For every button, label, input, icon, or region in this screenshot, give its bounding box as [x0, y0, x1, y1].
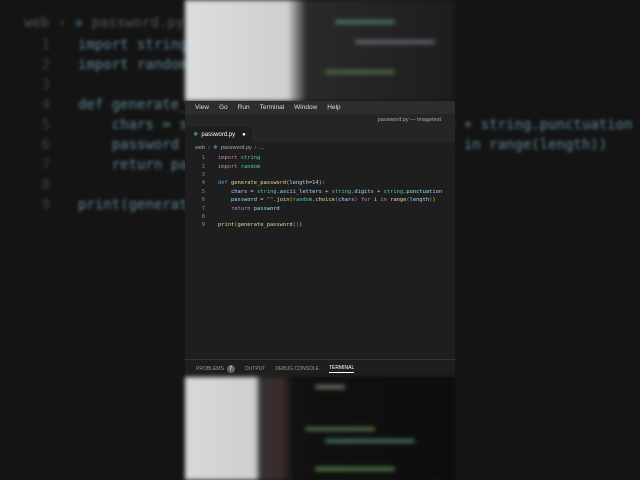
breadcrumb-more[interactable]: ...: [260, 145, 265, 151]
bg-code-line: print(generat: [78, 197, 188, 213]
line-number: 2: [201, 163, 205, 170]
code-text: import random: [218, 163, 261, 170]
problems-count-badge: 7: [226, 364, 235, 373]
tab-password-py[interactable]: ❖ password.py ●: [185, 127, 252, 142]
menu-item-view[interactable]: View: [195, 104, 209, 111]
bg-code-line: chars = s: [78, 117, 188, 133]
panel-tab-output[interactable]: OUTPUT: [245, 366, 266, 372]
unsaved-dot-icon[interactable]: ●: [242, 132, 246, 138]
line-number: 9: [201, 222, 205, 229]
panel-tab-terminal[interactable]: TERMINAL: [328, 365, 355, 373]
line-number: 5: [201, 188, 205, 195]
bg-line-number: 2: [41, 57, 50, 73]
line-number: 4: [201, 180, 205, 187]
code-line: 5 chars = string.ascii_letters + string.…: [185, 188, 455, 196]
menu-item-go[interactable]: Go: [219, 104, 228, 111]
window-title: password.py — imagetest: [185, 114, 455, 127]
blurred-photo-top: [185, 0, 455, 101]
bg-line-number: 5: [41, 117, 50, 133]
bg-line-number: 4: [41, 97, 50, 113]
bg-line-number: 9: [41, 197, 50, 213]
bg-code-line-right: i in range(length)): [447, 137, 608, 153]
bg-code-line: import random: [78, 57, 188, 73]
tab-label: password.py: [201, 131, 236, 138]
code-text: chars = string.ascii_letters + string.di…: [230, 188, 443, 195]
bg-line-number: 7: [41, 157, 50, 173]
line-number: 1: [201, 155, 205, 162]
menu-bar: View Go Run Terminal Window Help: [185, 101, 455, 114]
menu-item-terminal[interactable]: Terminal: [260, 104, 285, 111]
line-number: 6: [201, 197, 205, 204]
bg-code-line-right: s + string.punctuation: [447, 117, 633, 133]
code-line: 9 print(generate_password()): [185, 221, 455, 229]
blurred-photo-bottom: [185, 377, 455, 480]
code-line: 4 def generate_password(length=14):: [185, 179, 455, 187]
code-text: import string: [218, 155, 261, 162]
code-editor[interactable]: 1 import string 2 import random 3 4 def genera…: [185, 153, 455, 230]
code-line: 1 import string: [185, 154, 455, 162]
code-text: return password: [230, 205, 280, 212]
bg-code-line: return pa: [78, 157, 188, 173]
panel-tabs: PROBLEMS 7 OUTPUT DEBUG CONSOLE TERMINAL: [185, 359, 455, 377]
python-file-icon: ❖: [193, 132, 199, 138]
breadcrumb-folder[interactable]: web: [195, 145, 205, 151]
bg-code-line: password: [78, 137, 188, 153]
breadcrumb-file[interactable]: password.py: [221, 145, 252, 151]
bg-line-number: 6: [41, 137, 50, 153]
menu-item-help[interactable]: Help: [327, 104, 340, 111]
breadcrumb: web › ❖ password.py › ...: [185, 142, 455, 153]
menu-item-run[interactable]: Run: [238, 104, 250, 111]
bg-code-line: import string: [78, 37, 188, 53]
chevron-right-icon: ›: [254, 144, 257, 151]
editor-tabs: ❖ password.py ●: [185, 127, 455, 142]
line-number: 7: [201, 205, 205, 212]
code-line: 2 import random: [185, 162, 455, 170]
code-line: 8: [185, 213, 455, 221]
vscode-window: View Go Run Terminal Window Help password.py …: [185, 101, 455, 377]
panel-tab-debug-console[interactable]: DEBUG CONSOLE: [275, 366, 319, 372]
bg-line-number: 1: [41, 37, 50, 53]
panel-tab-problems[interactable]: PROBLEMS 7: [196, 364, 235, 373]
chevron-right-icon: ›: [208, 144, 210, 151]
python-file-icon: ❖: [212, 144, 218, 151]
bg-line-number: 3: [41, 77, 50, 93]
code-line: 7 return password: [185, 204, 455, 212]
code-text: password = "".join(random.choice(chars) …: [230, 197, 436, 204]
code-text: print(generate_password()): [218, 222, 303, 229]
code-text: def generate_password(length=14):: [218, 180, 326, 187]
menu-item-window[interactable]: Window: [294, 104, 317, 111]
bg-line-number: 8: [41, 177, 50, 193]
bg-code-line: def generate_: [78, 97, 188, 113]
code-line: 6 password = "".join(random.choice(chars…: [185, 196, 455, 204]
line-number: 8: [201, 213, 205, 220]
code-line: 3: [185, 171, 455, 179]
line-number: 3: [201, 171, 205, 178]
bg-breadcrumb: web › ❖ password.py: [24, 15, 185, 31]
